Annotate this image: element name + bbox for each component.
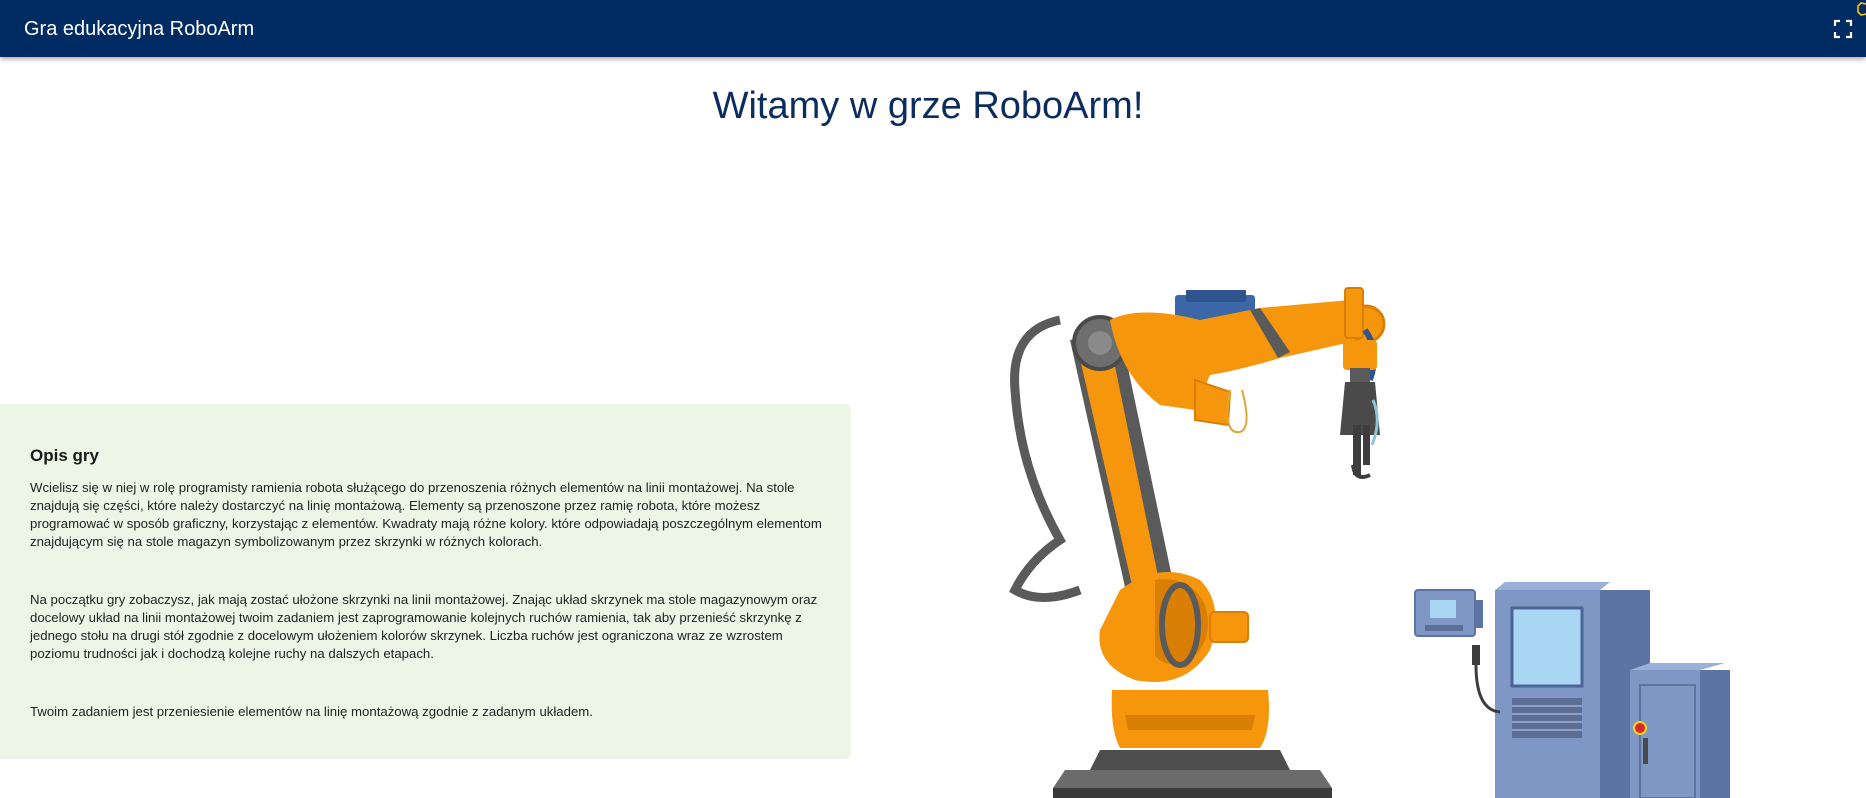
page-title: Witamy w grze RoboArm! — [712, 85, 1144, 127]
fullscreen-button[interactable] — [1832, 18, 1854, 40]
industrial-robot-arm-illustration — [1009, 287, 1730, 798]
app-header: Gra edukacyjna RoboArm — [0, 0, 1866, 57]
game-description-panel: Opis gry Wcielisz się w niej w rolę prog… — [0, 404, 851, 759]
fullscreen-icon — [1833, 19, 1853, 39]
description-heading: Opis gry — [30, 446, 99, 465]
corner-hexagon-icon — [1857, 2, 1866, 16]
description-paragraph-3: Twoim zadaniem jest przeniesienie elemen… — [30, 704, 593, 719]
description-paragraph-2: Na początku gry zobaczysz, jak mają zost… — [30, 592, 818, 661]
app-title: Gra edukacyjna RoboArm — [24, 18, 255, 40]
description-paragraph-1: Wcielisz się w niej w rolę programisty r… — [30, 480, 822, 549]
robot-base — [1053, 690, 1332, 798]
control-console — [1414, 582, 1730, 798]
robot-gripper — [1340, 328, 1380, 479]
